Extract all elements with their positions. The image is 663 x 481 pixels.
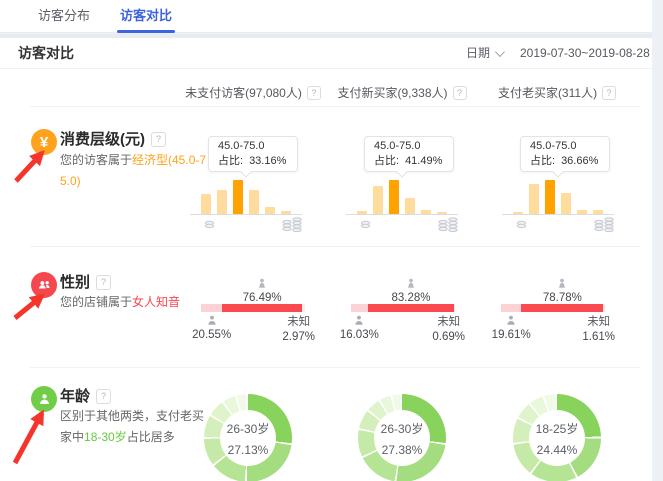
coins-large-icon — [594, 217, 615, 232]
help-icon[interactable] — [96, 389, 111, 404]
female-icon — [391, 277, 430, 291]
help-icon[interactable] — [602, 86, 616, 100]
section-desc-gender: 您的店铺属于女人知音 — [60, 292, 212, 313]
column-header-old-buyers: 支付老买家(311人) — [477, 84, 637, 101]
section-desc-age: 区别于其他两类，支付老买家中18-30岁占比居多 — [60, 406, 212, 448]
column-header-unpaid: 未支付访客(97,080人) — [173, 84, 333, 101]
column-header-new-buyers: 支付新买家(9,338人) — [322, 84, 482, 101]
age-chart-unpaid[interactable]: 26-30岁 27.13% — [204, 394, 292, 481]
coins-small-icon — [516, 220, 527, 229]
male-stat: 19.61% — [492, 314, 531, 341]
page-title: 访客对比 — [18, 38, 74, 68]
female-stat: 83.28% — [391, 277, 430, 304]
gender-bar — [201, 304, 305, 312]
currency-yen-icon — [31, 129, 57, 155]
bar-chart[interactable] — [502, 178, 614, 215]
age-chart-new-buyers[interactable]: 26-30岁 27.38% — [358, 394, 446, 481]
gender-people-icon — [31, 272, 57, 298]
age-chart-old-buyers[interactable]: 18-25岁 24.44% — [513, 394, 601, 481]
tab-bar: 访客分布 访客对比 — [0, 0, 652, 33]
bar-chart[interactable] — [346, 178, 458, 215]
coins-small-icon — [360, 220, 371, 229]
section-title-consumption: 消费层级(元) — [60, 128, 166, 149]
male-icon — [192, 314, 231, 328]
tab-visitor-distribution[interactable]: 访客分布 — [38, 0, 90, 33]
card-header: 访客对比 日期 2019-07-30~2019-08-28 — [0, 38, 652, 69]
divider — [30, 106, 640, 107]
coins-large-icon — [438, 217, 459, 232]
male-stat: 20.55% — [192, 314, 231, 341]
female-icon — [543, 277, 582, 291]
consumption-chart-new-buyers[interactable]: 45.0-75.0 占比:41.49% — [346, 130, 496, 248]
help-icon[interactable] — [151, 132, 166, 147]
section-title-age: 年龄 — [60, 385, 111, 406]
date-range-value: 2019-07-30~2019-08-28 — [520, 38, 650, 68]
chevron-down-icon — [495, 47, 505, 57]
female-stat: 76.49% — [243, 277, 282, 304]
help-icon[interactable] — [453, 86, 467, 100]
coins-small-icon — [204, 220, 215, 229]
donut-label: 26-30岁 27.38% — [358, 394, 446, 481]
chart-tooltip: 45.0-75.0 占比:33.16% — [208, 136, 298, 172]
gender-bar — [351, 304, 455, 312]
chart-tooltip: 45.0-75.0 占比:41.49% — [364, 136, 454, 172]
donut-label: 18-25岁 24.44% — [513, 394, 601, 481]
gender-chart-new-buyers[interactable]: 83.28% 16.03% 未知 0.69% — [351, 277, 455, 339]
gender-bar — [501, 304, 605, 312]
female-icon — [243, 277, 282, 291]
help-icon[interactable] — [96, 275, 111, 290]
gender-chart-unpaid[interactable]: 76.49% 20.55% 未知 2.97% — [201, 277, 305, 339]
help-icon[interactable] — [307, 86, 321, 100]
page-background-strip — [652, 0, 663, 481]
female-stat: 78.78% — [543, 277, 582, 304]
male-stat: 16.03% — [340, 314, 379, 341]
gender-chart-old-buyers[interactable]: 78.78% 19.61% 未知 1.61% — [501, 277, 605, 339]
chart-tooltip: 45.0-75.0 占比:36.66% — [520, 136, 610, 172]
male-icon — [340, 314, 379, 328]
consumption-chart-old-buyers[interactable]: 45.0-75.0 占比:36.66% — [502, 130, 652, 248]
unknown-stat: 未知 1.61% — [582, 315, 615, 344]
divider — [30, 367, 640, 368]
tab-visitor-comparison[interactable]: 访客对比 — [120, 0, 172, 33]
unknown-stat: 未知 0.69% — [432, 315, 465, 344]
bar-chart[interactable] — [190, 178, 302, 215]
male-icon — [492, 314, 531, 328]
date-filter-dropdown[interactable]: 日期 — [466, 38, 502, 68]
person-age-icon — [31, 386, 57, 412]
visitor-comparison-page: 访客分布 访客对比 访客对比 日期 2019-07-30~2019-08-28 … — [0, 0, 663, 481]
section-title-gender: 性别 — [60, 271, 111, 292]
consumption-chart-unpaid[interactable]: 45.0-75.0 占比:33.16% — [190, 130, 340, 248]
donut-label: 26-30岁 27.13% — [204, 394, 292, 481]
coins-large-icon — [282, 217, 303, 232]
unknown-stat: 未知 2.97% — [282, 315, 315, 344]
